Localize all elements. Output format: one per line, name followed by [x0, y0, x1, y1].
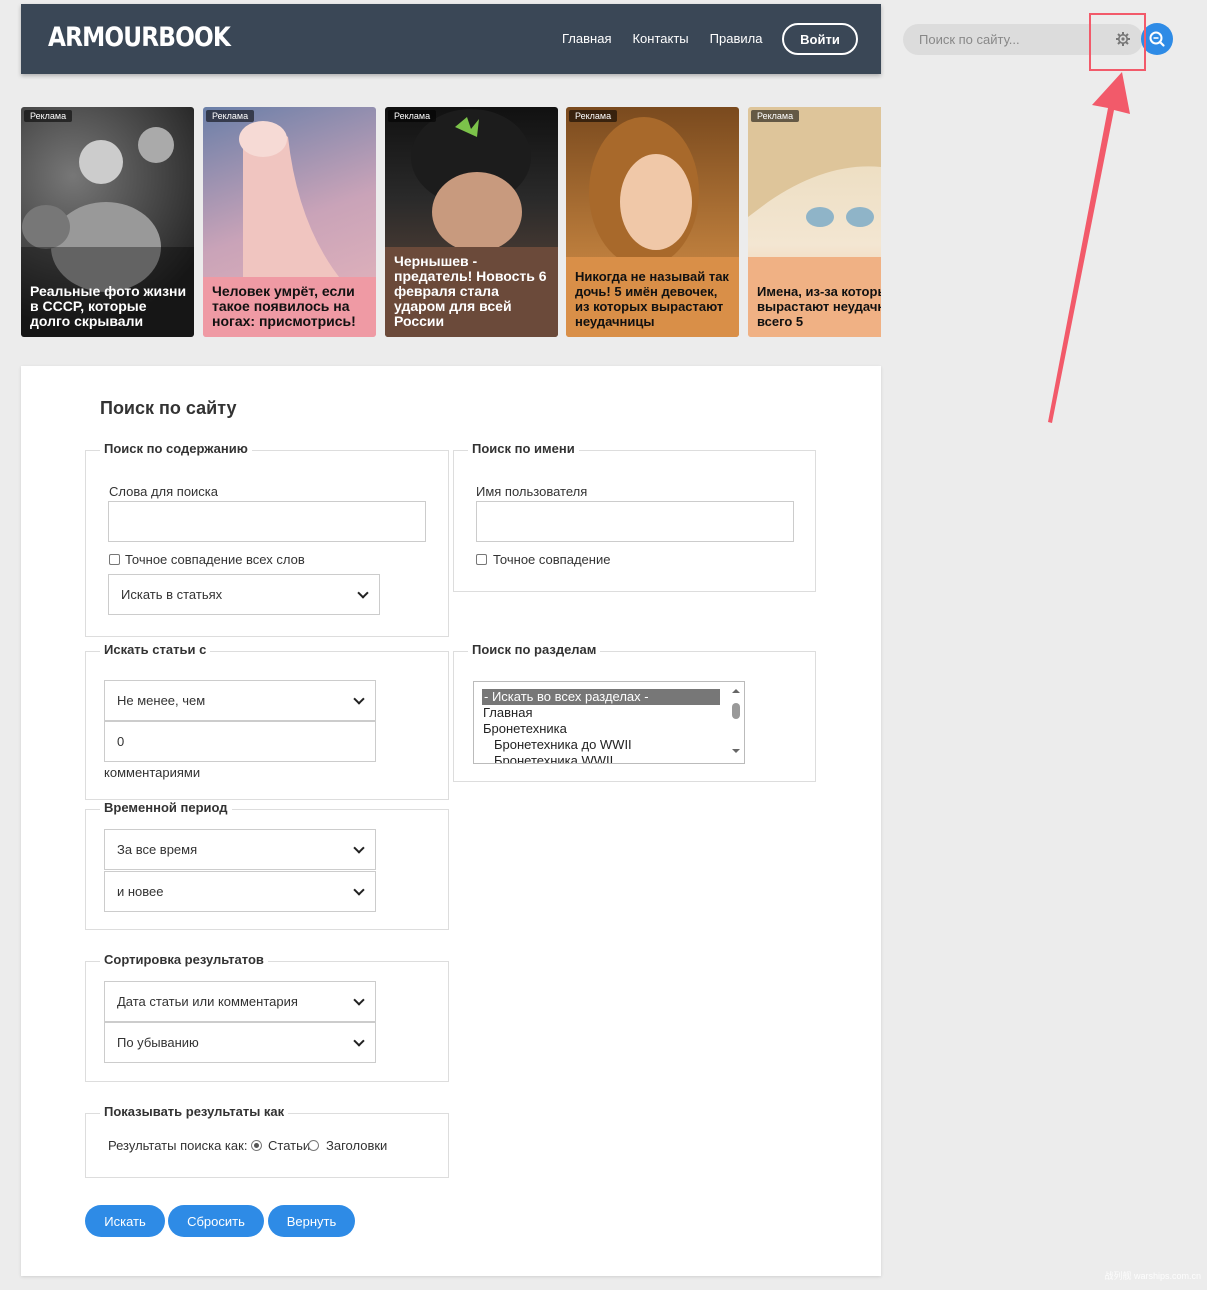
select-value: Искать в статьях	[121, 587, 223, 602]
fieldset-content-search: Поиск по содержанию Слова для поиска Точ…	[85, 441, 449, 637]
nav-link-rules[interactable]: Правила	[710, 31, 763, 46]
period-range-select[interactable]: За все время	[104, 829, 376, 870]
comments-suffix-label: комментариями	[104, 765, 201, 780]
chevron-down-icon	[353, 993, 365, 1006]
ad-tag: Реклама	[24, 110, 73, 122]
site-logo[interactable]: ARMOURBOOK	[48, 22, 231, 53]
display-label: Результаты поиска как:	[108, 1138, 248, 1153]
fieldset-sort: Сортировка результатов Дата статьи или к…	[85, 952, 449, 1082]
ad-tag: Реклама	[388, 110, 437, 122]
ad-card[interactable]: Реклама Реальные фото жизни в СССР, кото…	[21, 107, 194, 337]
chevron-down-icon	[353, 841, 365, 854]
ad-card[interactable]: Реклама Чернышев - предатель! Новость 6 …	[385, 107, 558, 337]
ad-tag: Реклама	[569, 110, 618, 122]
fieldset-sections: Поиск по разделам - Искать во всех разде…	[453, 642, 816, 782]
fieldset-period: Временной период За все время и новее	[85, 800, 449, 930]
ad-title: Человек умрёт, если такое появилось на н…	[212, 283, 356, 329]
chevron-down-icon	[353, 883, 365, 896]
nav-link-home[interactable]: Главная	[562, 31, 611, 46]
annotation-arrow	[1048, 72, 1130, 423]
username-label: Имя пользователя	[476, 484, 588, 499]
select-value: и новее	[117, 884, 164, 899]
fieldset-legend: Сортировка результатов	[100, 952, 268, 967]
fieldset-legend: Поиск по разделам	[468, 642, 601, 657]
site-header: ARMOURBOOK Главная Контакты Правила Войт…	[21, 4, 881, 74]
username-input[interactable]	[476, 501, 794, 542]
ad-card[interactable]: Реклама Человек умрёт, если такое появил…	[203, 107, 376, 337]
sections-listbox[interactable]: - Искать во всех разделах - Главная Брон…	[473, 681, 745, 764]
ad-tag: Реклама	[206, 110, 255, 122]
exact-words-label: Точное совпадение всех слов	[125, 552, 305, 567]
chevron-down-icon	[353, 692, 365, 705]
ad-strip: Реклама Реальные фото жизни в СССР, кото…	[21, 107, 881, 337]
ad-title: Реальные фото жизни в СССР, которые долг…	[30, 283, 187, 329]
ad-title: Никогда не называй так дочь! 5 имён дево…	[575, 269, 729, 329]
fieldset-legend: Искать статьи с	[100, 642, 211, 657]
fieldset-legend: Поиск по содержанию	[100, 441, 252, 456]
select-value: Дата статьи или комментария	[117, 994, 298, 1009]
search-in-select[interactable]: Искать в статьях	[108, 574, 380, 615]
fieldset-display: Показывать результаты как Результаты пои…	[85, 1104, 449, 1178]
login-button[interactable]: Войти	[782, 23, 858, 55]
radio-articles[interactable]	[251, 1140, 262, 1151]
list-item[interactable]: Главная	[483, 705, 532, 721]
exact-name-checkbox[interactable]	[476, 554, 487, 565]
select-value: Не менее, чем	[117, 693, 206, 708]
list-item[interactable]: Бронетехника до WWII	[494, 737, 632, 753]
search-form-panel: Поиск по сайту Поиск по содержанию Слова…	[21, 366, 881, 1276]
ad-tag: Реклама	[751, 110, 800, 122]
exact-words-checkbox[interactable]	[109, 554, 120, 565]
radio-articles-label: Статьи	[268, 1138, 311, 1153]
comments-mode-select[interactable]: Не менее, чем	[104, 680, 376, 721]
fieldset-legend: Временной период	[100, 800, 232, 815]
ad-card[interactable]: Реклама Имена, из-за которых девочки выр…	[748, 107, 881, 337]
scrollbar-thumb[interactable]	[732, 703, 740, 719]
fieldset-legend: Поиск по имени	[468, 441, 579, 456]
chevron-down-icon	[353, 1034, 365, 1047]
words-label: Слова для поиска	[109, 484, 219, 499]
nav-link-contacts[interactable]: Контакты	[632, 31, 688, 46]
search-button[interactable]: Искать	[85, 1205, 165, 1237]
search-words-input[interactable]	[108, 501, 426, 542]
site-search-input[interactable]	[903, 24, 1103, 55]
scroll-down-icon[interactable]	[728, 745, 744, 757]
listbox-scrollbar[interactable]	[728, 682, 744, 763]
fieldset-comments: Искать статьи с Не менее, чем 0 коммента…	[85, 642, 449, 800]
radio-titles-label: Заголовки	[326, 1138, 388, 1153]
ad-title: Чернышев - предатель! Новость 6 февраля …	[394, 253, 547, 329]
fieldset-legend: Показывать результаты как	[100, 1104, 289, 1119]
list-item[interactable]: - Искать во всех разделах -	[482, 689, 720, 705]
highlight-box	[1089, 13, 1146, 71]
select-value: По убыванию	[117, 1035, 199, 1050]
period-direction-select[interactable]: и новее	[104, 871, 376, 912]
sort-by-select[interactable]: Дата статьи или комментария	[104, 981, 376, 1022]
ad-title: Имена, из-за которых девочки вырастают н…	[757, 284, 881, 329]
ad-card[interactable]: Реклама Никогда не называй так дочь! 5 и…	[566, 107, 739, 337]
back-button[interactable]: Вернуть	[268, 1205, 355, 1237]
watermark: 战列舰 warships.com.cn	[1104, 1271, 1201, 1281]
exact-name-label: Точное совпадение	[493, 552, 611, 567]
sort-order-select[interactable]: По убыванию	[104, 1022, 376, 1063]
list-item[interactable]: Бронетехника	[483, 721, 567, 737]
scroll-up-icon[interactable]	[728, 685, 744, 697]
fieldset-name-search: Поиск по имени Имя пользователя Точное с…	[453, 441, 816, 592]
select-value: За все время	[117, 842, 198, 857]
page-title: Поиск по сайту	[100, 398, 237, 418]
comments-count-input[interactable]: 0	[104, 721, 376, 762]
radio-titles[interactable]	[308, 1140, 319, 1151]
main-nav: Главная Контакты Правила	[562, 31, 762, 46]
list-item[interactable]: Бронетехника WWII	[494, 753, 613, 763]
chevron-down-icon	[357, 586, 369, 599]
reset-button[interactable]: Сбросить	[168, 1205, 264, 1237]
